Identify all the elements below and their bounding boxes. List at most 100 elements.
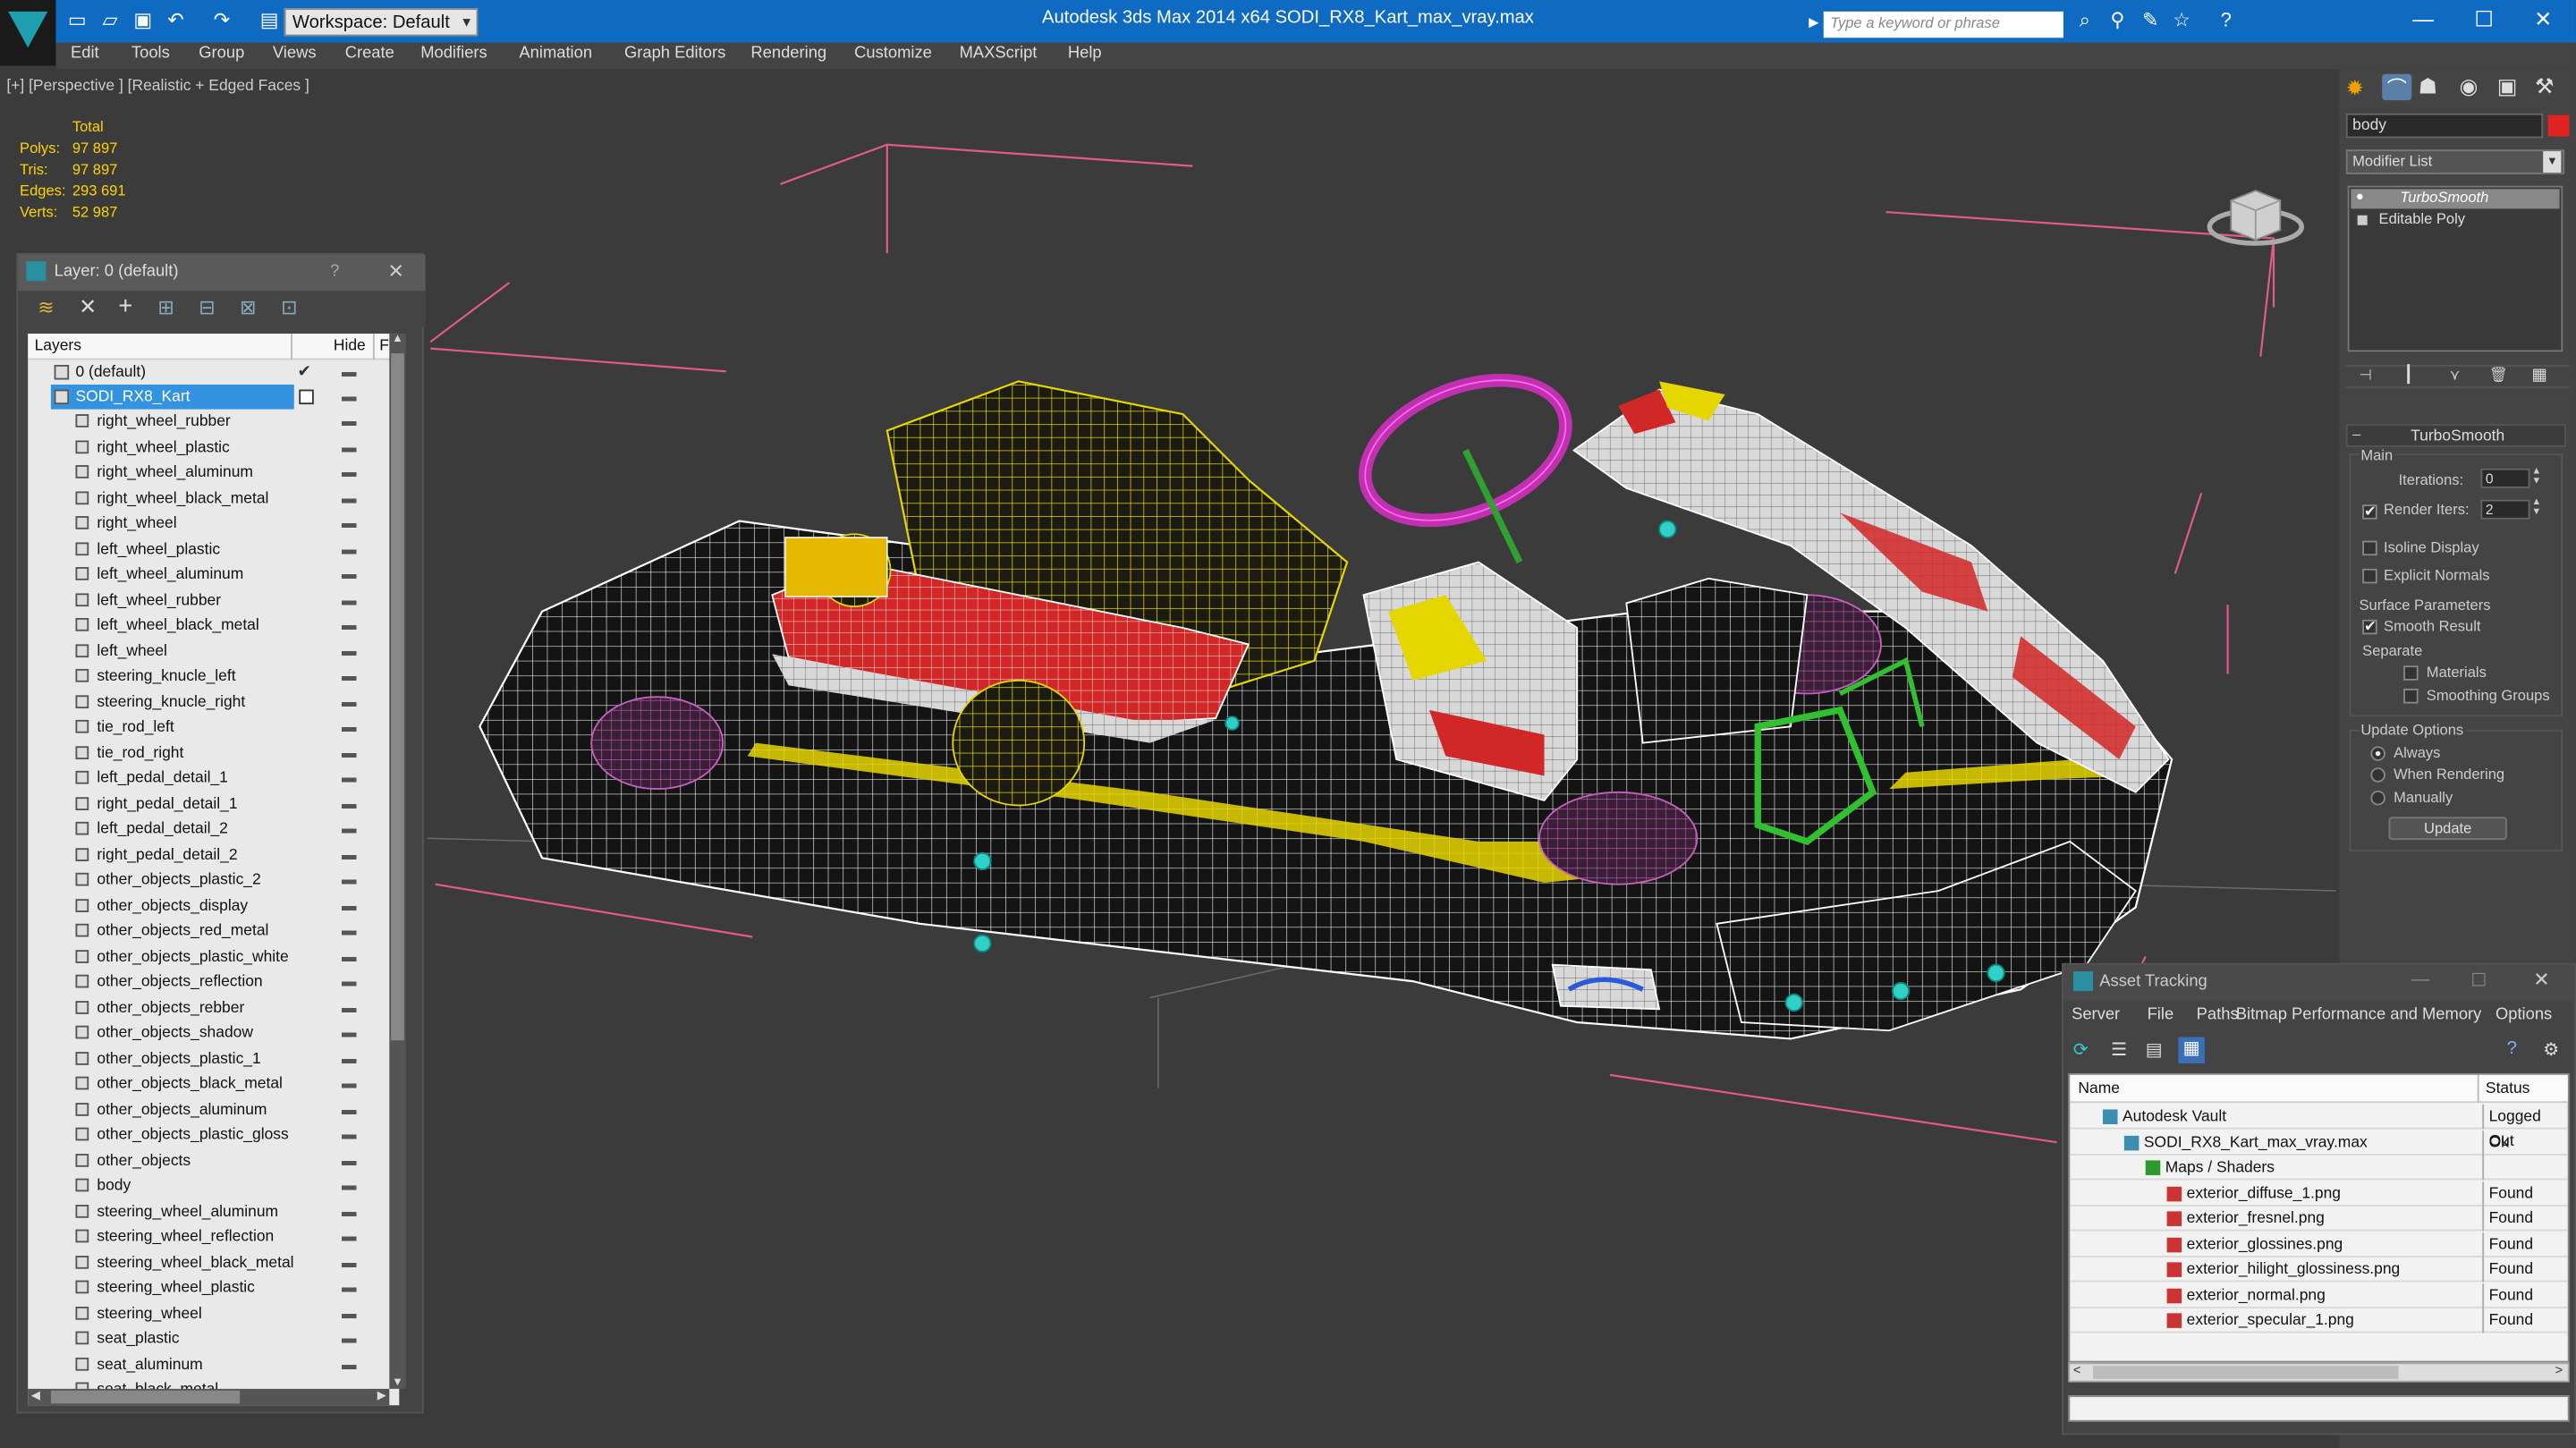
layer-object-row[interactable]: seat_plastic ▬ xyxy=(28,1326,399,1351)
when-rendering-radio[interactable] xyxy=(2370,767,2385,783)
manually-radio[interactable] xyxy=(2370,790,2385,806)
hide-toggle-icon[interactable]: ▬ xyxy=(342,970,357,995)
asset-close-button[interactable]: ✕ xyxy=(2533,968,2549,991)
layer-object-row[interactable]: other_objects_shadow ▬ xyxy=(28,1020,399,1046)
help-icon[interactable]: ? xyxy=(2215,8,2238,31)
hide-toggle-icon[interactable]: ▬ xyxy=(342,766,357,791)
menu-graph-editors[interactable]: Graph Editors xyxy=(624,45,725,63)
hide-toggle-icon[interactable]: ▬ xyxy=(342,1020,357,1046)
explicit-normals-checkbox[interactable] xyxy=(2362,568,2377,584)
layer-panel-close-button[interactable]: ✕ xyxy=(387,259,403,283)
layer-object-row[interactable]: left_wheel_rubber ▬ xyxy=(28,588,399,613)
turbosmooth-rollout-header[interactable]: – TurboSmooth xyxy=(2345,424,2566,447)
stack-item-turbosmooth[interactable]: ● TurboSmooth xyxy=(2351,189,2560,209)
motion-tab-icon[interactable]: ◉ xyxy=(2460,74,2479,100)
asset-row[interactable]: exterior_glossines.png Found xyxy=(2070,1232,2568,1257)
layer-object-row[interactable]: steering_knucle_left ▬ xyxy=(28,664,399,689)
layer-object-row[interactable]: steering_wheel_black_metal ▬ xyxy=(28,1250,399,1275)
layer-object-row[interactable]: right_wheel_plastic ▬ xyxy=(28,435,399,460)
scroll-left-icon[interactable]: < xyxy=(2073,1362,2081,1377)
hide-toggle-icon[interactable]: ▬ xyxy=(342,562,357,587)
add-to-layer-icon[interactable]: + xyxy=(118,292,132,320)
asset-menu-file[interactable]: File xyxy=(2148,1006,2174,1024)
current-layer-check-icon[interactable]: ✔ xyxy=(297,360,310,385)
hide-toggle-icon[interactable]: ▬ xyxy=(342,1199,357,1224)
layer-list-hscroll[interactable]: ◀ ▶ xyxy=(28,1388,390,1406)
spinner-arrows-icon[interactable]: ▲ ▼ xyxy=(2531,467,2541,487)
minimize-button[interactable]: — xyxy=(2399,5,2448,35)
asset-row[interactable]: exterior_diffuse_1.png Found xyxy=(2070,1181,2568,1206)
refresh-icon[interactable]: ⟳ xyxy=(2073,1038,2089,1060)
hide-toggle-icon[interactable]: ▬ xyxy=(342,690,357,715)
make-unique-icon[interactable]: ⋎ xyxy=(2450,367,2461,385)
object-name-field[interactable]: body xyxy=(2345,113,2544,139)
freeze-all-layers-icon[interactable]: ⊡ xyxy=(281,296,297,319)
hide-toggle-icon[interactable]: ▬ xyxy=(342,792,357,817)
layer-object-row[interactable]: left_wheel_black_metal ▬ xyxy=(28,613,399,638)
layer-object-row[interactable]: other_objects_plastic_gloss ▬ xyxy=(28,1122,399,1147)
col-name[interactable]: Name xyxy=(2078,1080,2120,1097)
always-radio[interactable] xyxy=(2370,746,2385,761)
subscription-icon[interactable]: ✎ xyxy=(2139,8,2162,31)
hide-toggle-icon[interactable]: ▬ xyxy=(342,1250,357,1275)
layer-color-swatch[interactable] xyxy=(299,389,314,405)
layer-object-row[interactable]: tie_rod_right ▬ xyxy=(28,741,399,766)
hide-toggle-icon[interactable]: ▬ xyxy=(342,1173,357,1198)
menu-modifiers[interactable]: Modifiers xyxy=(420,45,487,63)
hide-toggle-icon[interactable]: ▬ xyxy=(342,1352,357,1377)
menu-maxscript[interactable]: MAXScript xyxy=(960,45,1038,63)
menu-views[interactable]: Views xyxy=(273,45,317,63)
layer-object-row[interactable]: right_wheel ▬ xyxy=(28,512,399,537)
iterations-spinner[interactable]: 0 xyxy=(2480,468,2530,488)
hide-toggle-icon[interactable]: ▬ xyxy=(342,461,357,486)
menu-help[interactable]: Help xyxy=(1068,45,1102,63)
hide-toggle-icon[interactable]: ▬ xyxy=(342,1122,357,1147)
asset-maximize-button[interactable]: ☐ xyxy=(2470,970,2487,991)
layer-object-row[interactable]: steering_wheel_reflection ▬ xyxy=(28,1224,399,1249)
hide-toggle-icon[interactable]: ▬ xyxy=(342,613,357,638)
hide-toggle-icon[interactable]: ▬ xyxy=(342,944,357,970)
asset-row[interactable]: SODI_RX8_Kart_max_vray.max Ok xyxy=(2070,1130,2568,1155)
menu-animation[interactable]: Animation xyxy=(519,45,592,63)
col-status[interactable]: Status xyxy=(2486,1080,2529,1097)
hide-toggle-icon[interactable]: ▬ xyxy=(342,410,357,435)
asset-tracking-titlebar[interactable]: Asset Tracking — ☐ ✕ xyxy=(2063,964,2575,1002)
configure-sets-icon[interactable]: ▦ xyxy=(2531,367,2546,385)
asset-path-field[interactable] xyxy=(2068,1395,2570,1422)
hide-toggle-icon[interactable]: ▬ xyxy=(342,1071,357,1097)
layer-row-default[interactable]: 0 (default) ✔ ▬ xyxy=(28,360,399,385)
layer-object-row[interactable]: left_wheel ▬ xyxy=(28,639,399,664)
hide-toggle-icon[interactable]: ▬ xyxy=(342,1326,357,1351)
layer-object-row[interactable]: tie_rod_left ▬ xyxy=(28,715,399,740)
hide-toggle-icon[interactable]: ▬ xyxy=(342,486,357,511)
asset-help-icon[interactable]: ? xyxy=(2507,1038,2517,1058)
layer-object-row[interactable]: other_objects_red_metal ▬ xyxy=(28,919,399,944)
menu-tools[interactable]: Tools xyxy=(131,45,170,63)
isoline-display-checkbox[interactable] xyxy=(2362,540,2377,556)
communication-center-icon[interactable]: ⚲ xyxy=(2106,8,2130,31)
layer-object-row[interactable]: steering_knucle_right ▬ xyxy=(28,690,399,715)
table-view-icon[interactable]: ▤ xyxy=(2146,1038,2163,1060)
layer-object-row[interactable]: left_wheel_plastic ▬ xyxy=(28,537,399,562)
layer-row-selected[interactable]: SODI_RX8_Kart ▬ xyxy=(28,385,399,410)
highlight-layers-icon[interactable]: ⊟ xyxy=(199,296,215,319)
materials-checkbox[interactable] xyxy=(2403,665,2419,681)
scroll-down-icon[interactable]: ▼ xyxy=(389,1377,405,1389)
hide-toggle-icon[interactable]: ▬ xyxy=(342,1097,357,1122)
layer-object-row[interactable]: other_objects_reflection ▬ xyxy=(28,970,399,995)
layer-object-row[interactable]: other_objects_aluminum ▬ xyxy=(28,1097,399,1122)
menu-edit[interactable]: Edit xyxy=(71,45,99,63)
asset-row[interactable]: Autodesk Vault Logged Out xyxy=(2070,1104,2568,1150)
layer-object-row[interactable]: right_pedal_detail_2 ▬ xyxy=(28,843,399,868)
layer-object-row[interactable]: other_objects_plastic_1 ▬ xyxy=(28,1046,399,1071)
layer-panel-titlebar[interactable]: Layer: 0 (default) ? ✕ xyxy=(18,254,426,292)
layer-object-row[interactable]: other_objects ▬ xyxy=(28,1148,399,1173)
spinner-arrows-icon[interactable]: ▲ ▼ xyxy=(2531,498,2541,518)
layer-object-row[interactable]: left_pedal_detail_1 ▬ xyxy=(28,766,399,791)
layer-list[interactable]: Layers Hide F 0 (default) ✔ ▬ SODI_RX8_K… xyxy=(28,334,400,1406)
asset-list[interactable]: Name Status Autodesk Vault Logged Out SODI… xyxy=(2068,1073,2570,1363)
layer-object-row[interactable]: other_objects_display ▬ xyxy=(28,893,399,919)
menu-group[interactable]: Group xyxy=(199,45,244,63)
layer-object-row[interactable]: right_wheel_black_metal ▬ xyxy=(28,486,399,511)
maximize-button[interactable]: ☐ xyxy=(2460,5,2509,35)
